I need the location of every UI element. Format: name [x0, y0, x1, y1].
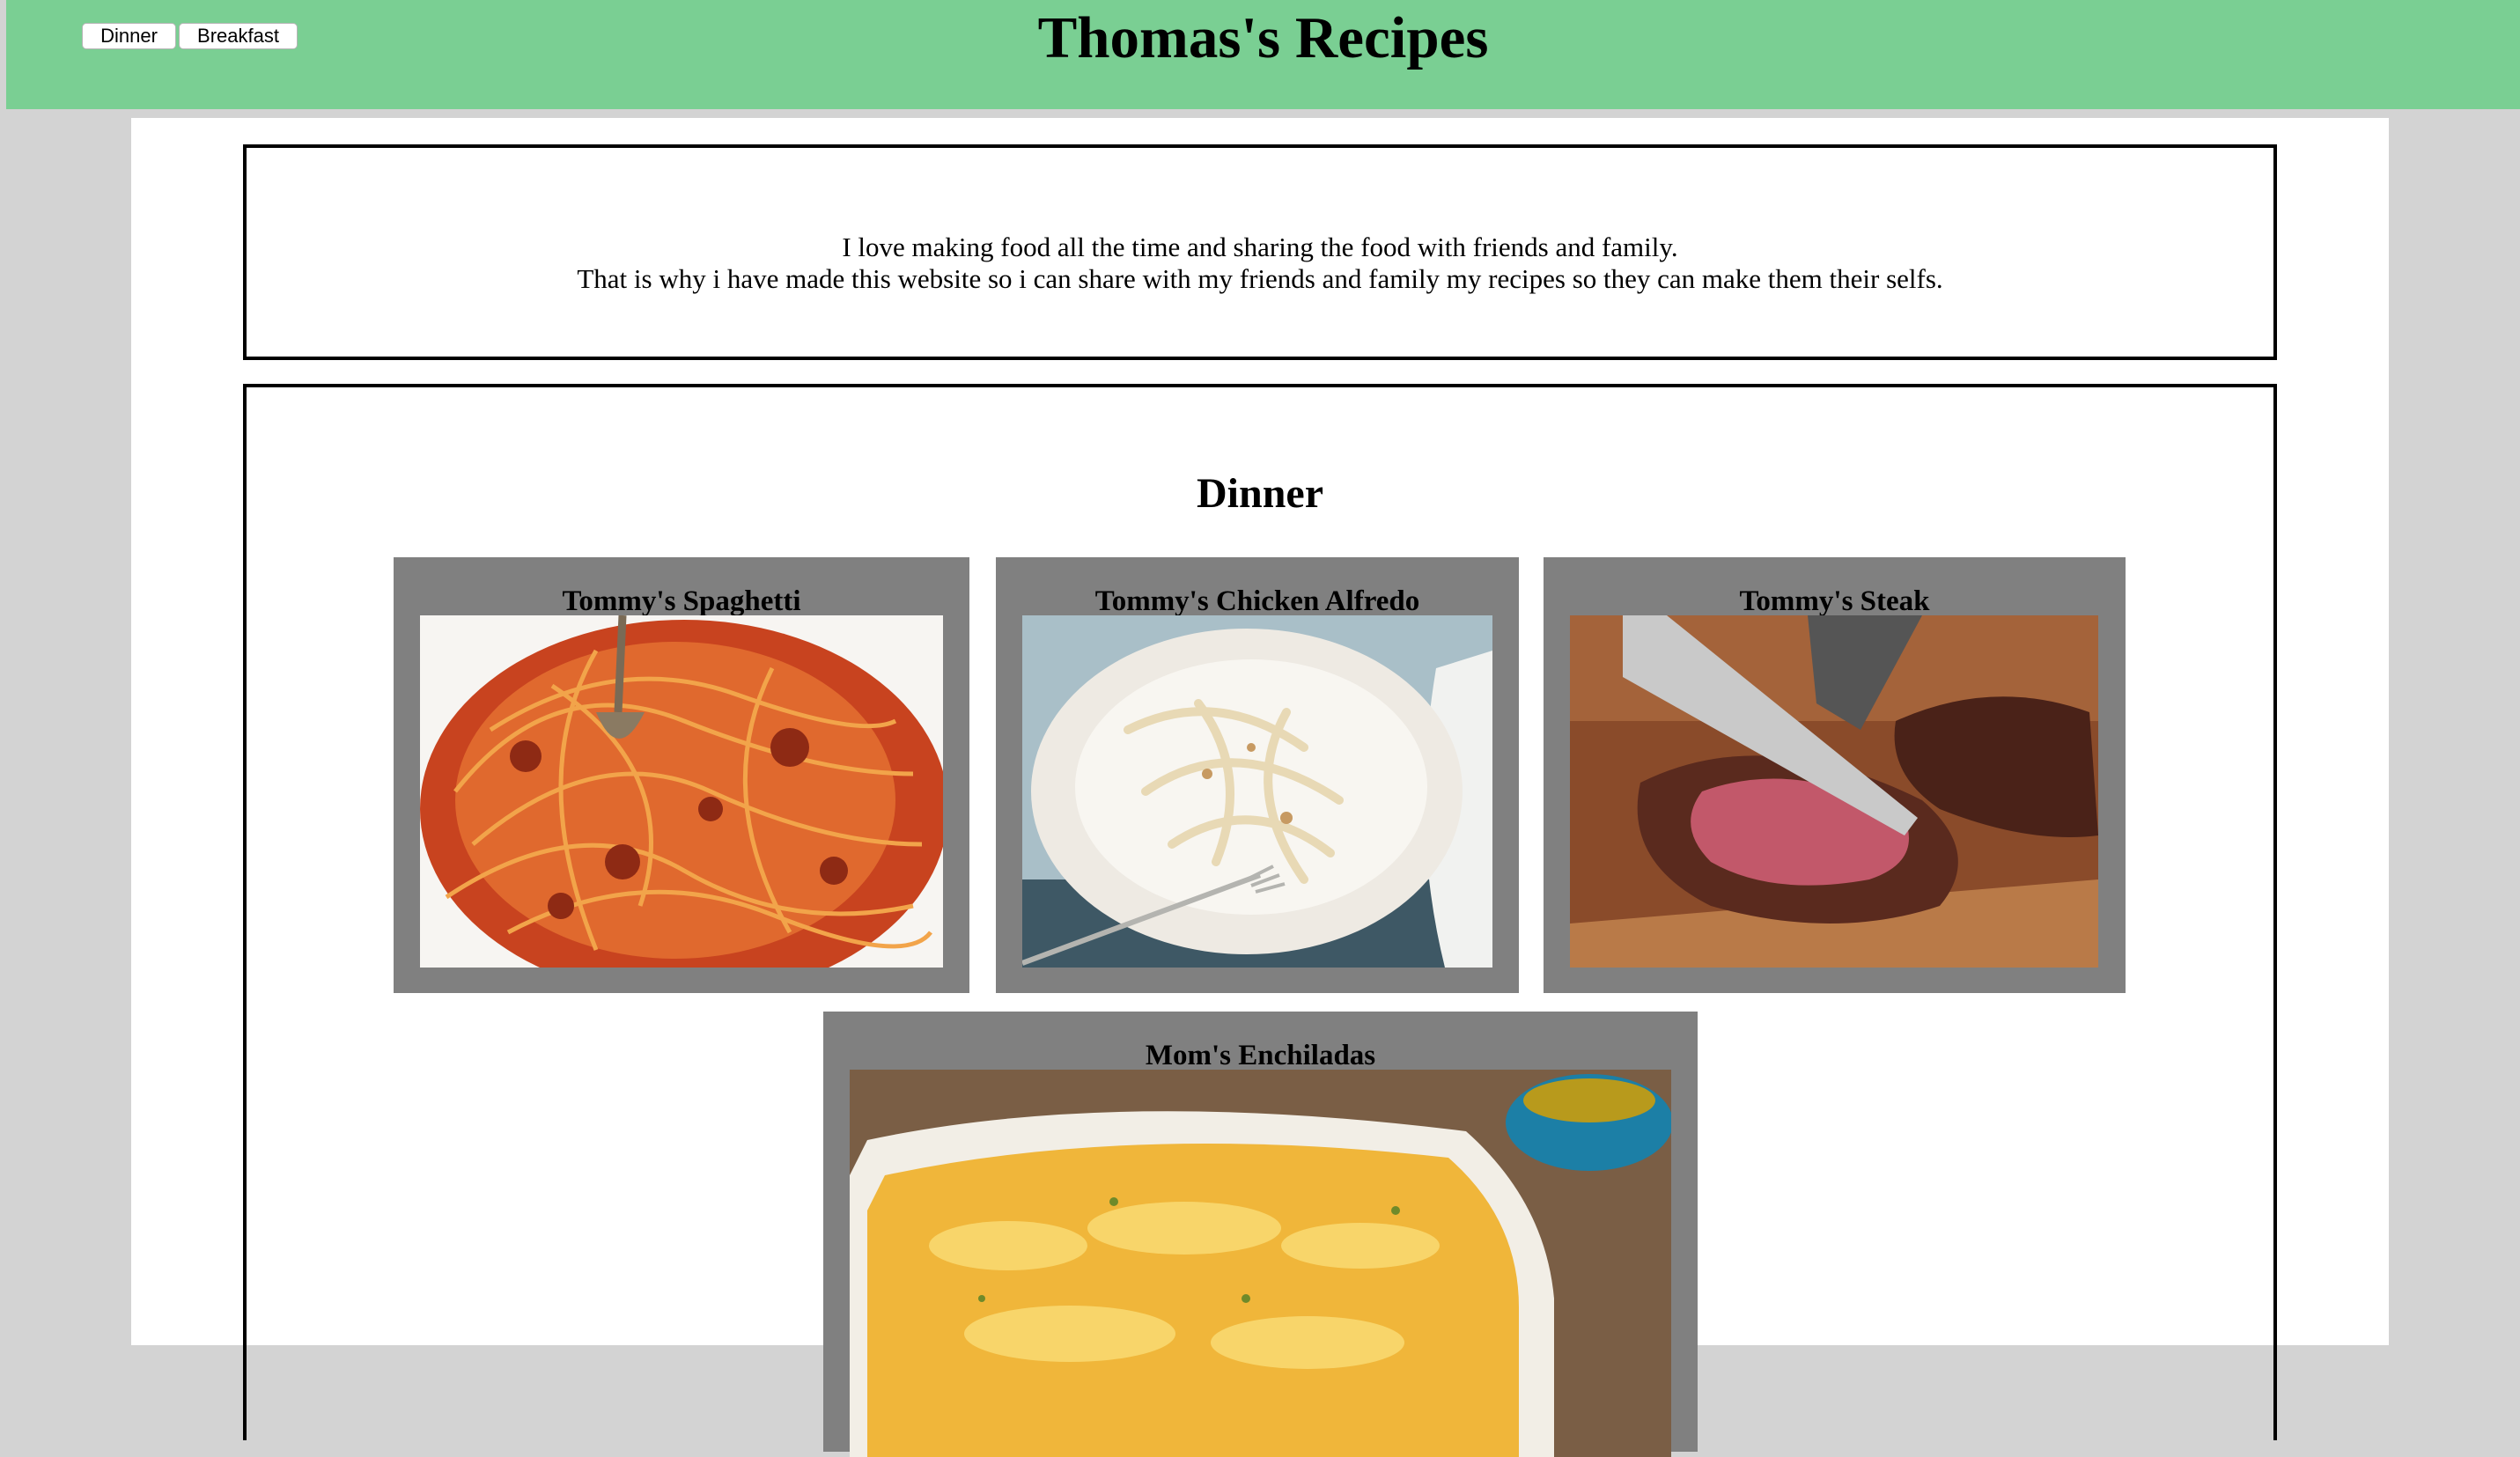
enchiladas-photo[interactable]	[850, 1070, 1671, 1457]
recipe-title: Mom's Enchiladas	[1145, 1040, 1376, 1071]
spaghetti-photo[interactable]	[420, 615, 943, 968]
recipe-card-chicken-alfredo[interactable]: Tommy's Chicken Alfredo	[996, 557, 1519, 993]
recipe-title: Tommy's Spaghetti	[562, 585, 801, 617]
intro-box: I love making food all the time and shar…	[243, 144, 2277, 360]
recipe-card-spaghetti[interactable]: Tommy's Spaghetti	[394, 557, 969, 993]
main-content: I love making food all the time and shar…	[131, 118, 2389, 1457]
recipe-card-steak[interactable]: Tommy's Steak	[1544, 557, 2126, 993]
site-header: Dinner Breakfast Thomas's Recipes	[6, 0, 2520, 109]
dinner-heading: Dinner	[1197, 470, 1323, 517]
dinner-section: Dinner Tommy's Spaghetti Tommy's Chicken…	[243, 384, 2277, 1457]
intro-text: I love making food all the time and shar…	[247, 232, 2273, 295]
site-title: Thomas's Recipes	[1037, 5, 1489, 70]
chicken-alfredo-photo[interactable]	[1022, 615, 1492, 968]
recipe-card-enchiladas[interactable]: Mom's Enchiladas	[823, 1012, 1698, 1457]
intro-line-1: I love making food all the time and shar…	[842, 232, 1678, 262]
recipe-title: Tommy's Chicken Alfredo	[1094, 585, 1420, 617]
recipe-title: Tommy's Steak	[1739, 585, 1930, 617]
intro-line-2: That is why i have made this website so …	[577, 263, 1943, 294]
steak-photo[interactable]	[1570, 615, 2098, 968]
